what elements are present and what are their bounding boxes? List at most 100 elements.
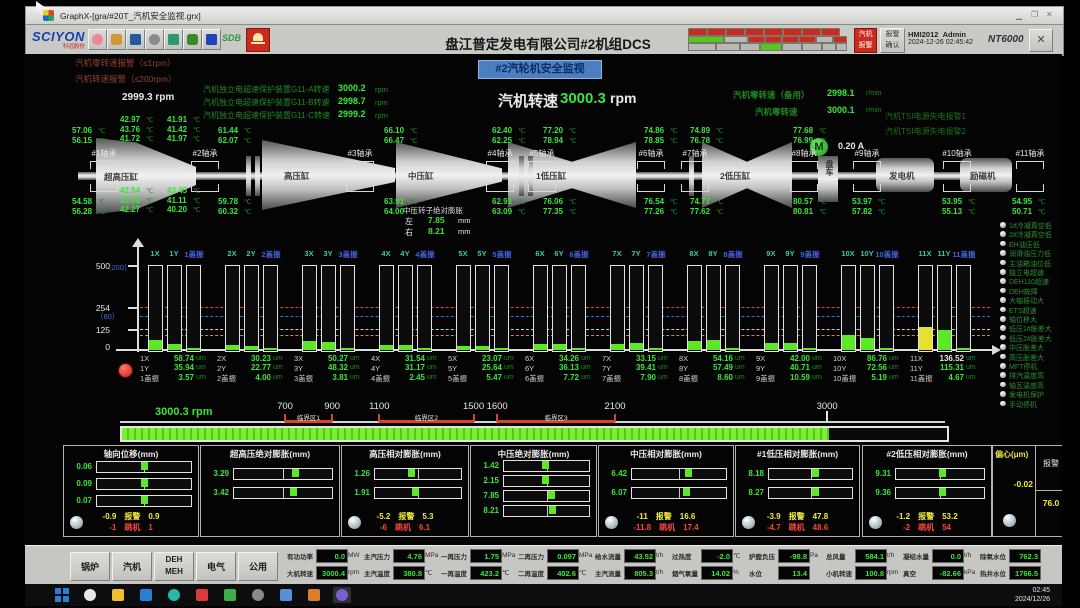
vib-bar-label-5盖振: 5盖振 — [487, 249, 517, 258]
temp-unit: ℃ — [146, 126, 153, 134]
vib-val-unit: um — [273, 355, 283, 362]
temp-unit: ℃ — [518, 127, 525, 135]
taskbar-app-icon-3[interactable] — [165, 587, 183, 603]
param-label: 烟气氧量 — [672, 568, 700, 578]
vib-bar-fill — [726, 348, 739, 350]
vib-bar-6X — [533, 265, 548, 352]
taskbar-app-icon-8[interactable] — [305, 587, 323, 603]
temp-unit: ℃ — [244, 198, 251, 206]
vib-bar-10Y — [860, 265, 875, 352]
vib-val-unit: um — [504, 355, 514, 362]
taskbar-app-icon-6[interactable] — [249, 587, 267, 603]
alarm-bell-button[interactable] — [246, 28, 270, 52]
taskbar-app-icon-0[interactable] — [81, 587, 99, 603]
panel-title: #2低压相对膨胀(mm) — [863, 448, 991, 458]
vib-val-number: 7.72 — [545, 373, 579, 382]
vib-bar-fill — [919, 327, 932, 350]
temp-value: 74.89 — [690, 126, 710, 135]
users-icon[interactable] — [88, 29, 107, 50]
taskbar-app-icon-7[interactable] — [277, 587, 295, 603]
panel-row-value: 3.42 — [203, 488, 229, 497]
vib-bar-fill — [861, 338, 874, 350]
book-icon[interactable] — [183, 29, 202, 50]
alarm-label: 报警 — [789, 512, 805, 521]
param-value: 4.76 — [394, 552, 422, 561]
nav-button-锅炉[interactable]: 锅炉 — [70, 552, 110, 581]
taskbar-app-icon-9[interactable] — [333, 587, 351, 603]
trip-high: 17.4 — [683, 523, 699, 532]
sdb-label[interactable]: SDB — [222, 33, 244, 47]
close-window-icon[interactable]: ✕ — [1046, 10, 1053, 19]
minimize-icon[interactable]: ▁ — [1016, 11, 1022, 20]
bearing-2-bottom-temp: 60.32℃ — [218, 207, 262, 216]
bearing-3-top-temp: 66.47℃ — [384, 136, 428, 145]
nav-button-汽机[interactable]: 汽机 — [112, 552, 152, 581]
eccentric-value: -0.02 — [995, 479, 1033, 489]
uhp-top-right-temp: 41.91℃ — [167, 115, 211, 124]
panel-eccentric: 偏心(μm)-0.02报警76.0 — [992, 445, 1062, 537]
screen-icon[interactable] — [164, 29, 183, 50]
alarm-low: -1.2 — [896, 512, 910, 521]
bar-marker — [542, 476, 549, 484]
param-value-box: 100.8 — [855, 566, 887, 580]
nav-button-公用[interactable]: 公用 — [238, 552, 278, 581]
bar-marker — [412, 488, 419, 496]
nav-button-label: 公用 — [239, 560, 277, 572]
rpm-progress-fill — [122, 428, 829, 440]
temp-value: 78.85 — [644, 136, 664, 145]
param-value-box: 402.6 — [547, 566, 579, 580]
temp-value: 78.94 — [543, 136, 563, 145]
vib-val-number: 42.00 — [776, 354, 810, 363]
param-value: 805.3 — [625, 569, 653, 578]
alarm-grid-cell — [816, 36, 833, 44]
temp-unit: ℃ — [518, 137, 525, 145]
monitor-icon[interactable] — [126, 29, 145, 50]
app-glyph — [112, 589, 124, 601]
ets-indicator-circle — [1000, 278, 1006, 284]
alarm-label: 报警 — [656, 512, 672, 521]
bearing-bracket-top-8 — [790, 161, 818, 169]
overspeed-value-2: 2999.2 — [338, 109, 366, 119]
vib-bar-fill — [707, 340, 720, 350]
panel-alarm-row: -1.2报警53.2 — [863, 511, 991, 521]
sciyon-logo: SCIYON 科远股份 — [32, 29, 85, 50]
nav-button-DEHMEH[interactable]: DEHMEH — [154, 552, 194, 581]
bearing-6-top-temp: 78.85℃ — [644, 136, 688, 145]
gear-icon[interactable] — [145, 29, 164, 50]
tools-icon[interactable] — [107, 29, 126, 50]
bearing-6-bottom-temp: 77.26℃ — [644, 207, 688, 216]
close-screen-button[interactable]: ✕ — [1029, 29, 1053, 52]
vib-val-unit: um — [273, 374, 283, 381]
nav-button-label: 电气 — [197, 560, 235, 572]
panel-row-bar — [503, 490, 590, 502]
alarm-low: -11 — [637, 512, 648, 521]
vib-bar-label-7盖振: 7盖振 — [641, 249, 671, 258]
maximize-icon[interactable]: ❐ — [1031, 10, 1038, 19]
param-value-box: 1.75 — [470, 549, 502, 563]
alarm-ack-button[interactable]: 报警 确认 — [880, 28, 905, 53]
taskbar-app-icon-5[interactable] — [221, 587, 239, 603]
bearing-7-top-temp: 74.89℃ — [690, 126, 734, 135]
alarm-grid-cell — [688, 36, 724, 44]
cylinder-label: 1低压缸 — [536, 170, 566, 182]
taskbar-app-icon-4[interactable] — [193, 587, 211, 603]
ets-indicator-circle — [1000, 250, 1006, 256]
param-label: 总风量 — [826, 551, 854, 561]
bearing-5-bottom-temp: 77.35℃ — [543, 207, 587, 216]
ja-icon[interactable] — [202, 29, 221, 50]
start-button[interactable] — [55, 588, 69, 602]
nav-button-电气[interactable]: 电气 — [196, 552, 236, 581]
vib-bar-label-2X: 2X — [222, 249, 242, 258]
turbine-alarm-box[interactable]: 汽机 报警 — [854, 28, 877, 53]
taskbar-app-icon-2[interactable] — [137, 587, 155, 603]
param-value-box: -98.8 — [778, 549, 810, 563]
param-label: 给水流量 — [595, 551, 623, 561]
vib-bar-fill — [303, 341, 316, 350]
temp-value: 43.45 — [167, 186, 187, 195]
temp-unit: ℃ — [244, 137, 251, 145]
vib-bar-fill — [226, 345, 239, 350]
vib-val-number: 31.17 — [391, 363, 425, 372]
vib-bar-label-5X: 5X — [453, 249, 473, 258]
temp-value: 77.35 — [543, 207, 563, 216]
taskbar-app-icon-1[interactable] — [109, 587, 127, 603]
